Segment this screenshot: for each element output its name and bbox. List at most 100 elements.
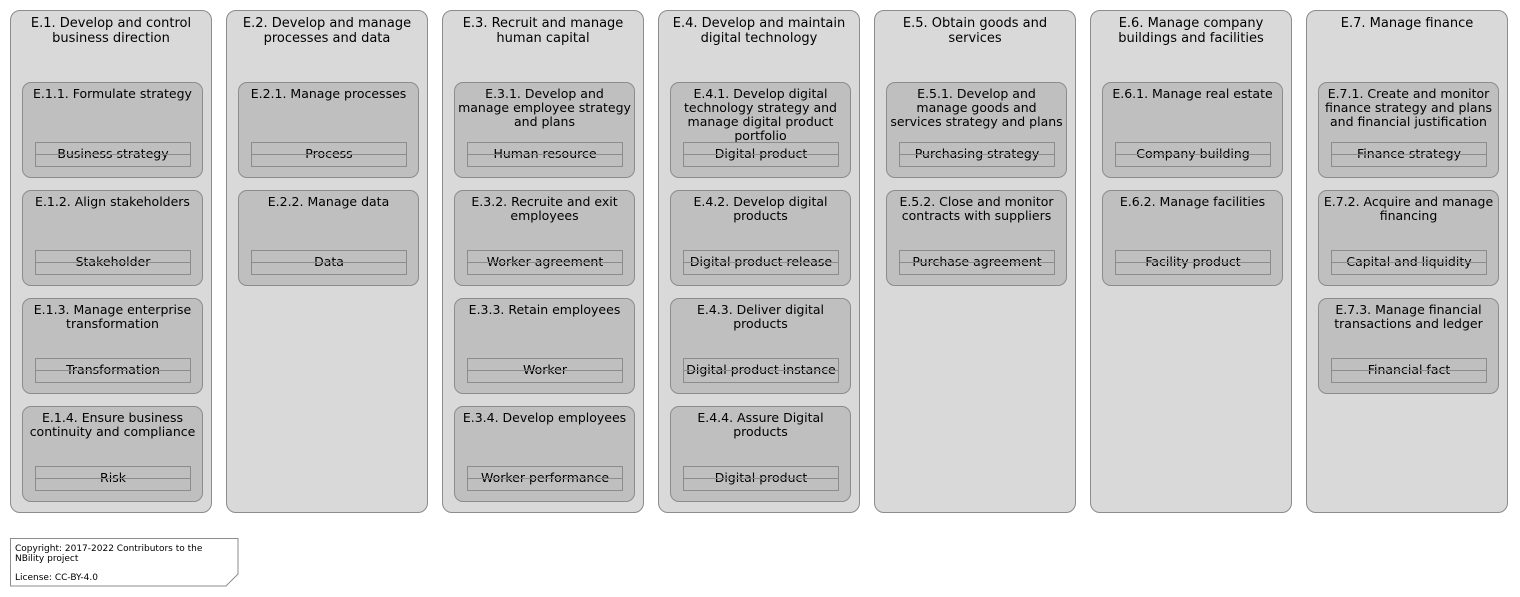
capability-box: E.3.3. Retain employees Worker [454, 298, 635, 394]
entity-box: Transformation [35, 358, 191, 383]
entity-box: Facility product [1115, 250, 1271, 275]
entity-label: Finance strategy [1357, 146, 1461, 161]
domain-title: E.2. Develop and manage processes and da… [242, 16, 412, 46]
capability-title: E.1.4. Ensure business continuity and co… [29, 410, 196, 439]
entity-box: Digital product [683, 466, 839, 491]
capability-title: E.3.4. Develop employees [462, 410, 627, 425]
capability-box: E.3.4. Develop employees Worker performan… [454, 406, 635, 502]
domain-column: E.4. Develop and maintain digital techno… [658, 10, 860, 513]
capability-box: E.4.3. Deliver digital products Digital p… [670, 298, 851, 394]
copyright-text: Copyright: 2017-2022 Contributors to the… [15, 544, 203, 564]
capability-title: E.4.1. Develop digital technology strate… [683, 86, 837, 143]
capability-box: E.5.2. Close and monitor contracts with … [886, 190, 1067, 286]
capability-title: E.7.1. Create and monitor finance strate… [1324, 86, 1493, 129]
entity-box: Worker performance [467, 466, 623, 491]
domain-title: E.6. Manage company buildings and facili… [1118, 16, 1264, 46]
capability-title: E.3.3. Retain employees [468, 302, 621, 317]
capability-box: E.4.2. Develop digital products Digital p… [670, 190, 851, 286]
capability-title: E.5.1. Develop and manage goods and serv… [890, 86, 1063, 129]
capability-box: E.3.1. Develop and manage employee strat… [454, 82, 635, 178]
domain-title: E.5. Obtain goods and services [902, 16, 1048, 46]
capability-box: E.6.1. Manage real estate Company buildin… [1102, 82, 1283, 178]
entity-label: Facility product [1145, 254, 1241, 269]
capability-title: E.6.2. Manage facilities [1119, 194, 1266, 209]
entity-box: Risk [35, 466, 191, 491]
entity-label: Stakeholder [75, 254, 151, 269]
capability-title: E.7.2. Acquire and manage financing [1323, 194, 1494, 223]
domain-column: E.5. Obtain goods and services E.5.1. Dev… [874, 10, 1076, 513]
capability-title: E.5.2. Close and monitor contracts with … [899, 194, 1054, 223]
entity-label: Digital product instance [686, 362, 836, 377]
entity-box: Process [251, 142, 407, 167]
entity-box: Purchase agreement [899, 250, 1055, 275]
capability-title: E.6.1. Manage real estate [1112, 86, 1273, 101]
domain-title: E.1. Develop and control business direct… [30, 16, 192, 46]
entity-box: Worker [467, 358, 623, 383]
entity-label: Capital and liquidity [1346, 254, 1472, 269]
capability-box: E.6.2. Manage facilities Facility product [1102, 190, 1283, 286]
entity-label: Business strategy [57, 146, 169, 161]
note-text: Copyright: 2017-2022 Contributors to the… [15, 544, 230, 583]
domain-title: E.3. Recruit and manage human capital [462, 16, 624, 46]
entity-box: Purchasing strategy [899, 142, 1055, 167]
domain-column: E.3. Recruit and manage human capital E.3… [442, 10, 644, 513]
capability-box: E.4.1. Develop digital technology strate… [670, 82, 851, 178]
entity-box: Finance strategy [1331, 142, 1487, 167]
entity-label: Digital product release [689, 254, 833, 269]
capability-box: E.1.1. Formulate strategy Business strate… [22, 82, 203, 178]
entity-label: Purchasing strategy [914, 146, 1040, 161]
capability-box: E.5.1. Develop and manage goods and serv… [886, 82, 1067, 178]
capability-box: E.2.2. Manage data Data [238, 190, 419, 286]
entity-label: Worker agreement [486, 254, 604, 269]
domain-column: E.7. Manage finance E.7.1. Create and mon… [1306, 10, 1508, 513]
entity-label: Purchase agreement [912, 254, 1042, 269]
capability-title: E.1.3. Manage enterprise transformation [33, 302, 192, 331]
entity-label: Data [314, 254, 344, 269]
entity-label: Digital product [714, 146, 808, 161]
capability-title: E.1.2. Align stakeholders [35, 194, 190, 209]
entity-label: Transformation [66, 362, 160, 377]
entity-box: Stakeholder [35, 250, 191, 275]
capability-box: E.7.1. Create and monitor finance strate… [1318, 82, 1499, 178]
capability-box: E.3.2. Recruite and exit employees Worker… [454, 190, 635, 286]
capability-box: E.7.3. Manage financial transactions and… [1318, 298, 1499, 394]
capability-box: E.4.4. Assure Digital products Digital pr… [670, 406, 851, 502]
domain-column: E.2. Develop and manage processes and da… [226, 10, 428, 513]
entity-label: Human resource [493, 146, 597, 161]
entity-label: Financial fact [1367, 362, 1451, 377]
capability-title: E.2.2. Manage data [267, 194, 390, 209]
entity-label: Risk [100, 470, 126, 485]
capability-title: E.3.1. Develop and manage employee strat… [458, 86, 631, 129]
capability-box: E.1.4. Ensure business continuity and co… [22, 406, 203, 502]
capability-title: E.4.4. Assure Digital products [697, 410, 824, 439]
capability-box: E.7.2. Acquire and manage financing Capit… [1318, 190, 1499, 286]
entity-box: Digital product [683, 142, 839, 167]
domain-title: E.4. Develop and maintain digital techno… [672, 16, 846, 46]
entity-box: Human resource [467, 142, 623, 167]
entity-label: Company building [1136, 146, 1250, 161]
capability-title: E.3.2. Recruite and exit employees [471, 194, 618, 223]
domain-column: E.6. Manage company buildings and facili… [1090, 10, 1292, 513]
domain-column: E.1. Develop and control business direct… [10, 10, 212, 513]
entity-box: Digital product release [683, 250, 839, 275]
entity-box: Data [251, 250, 407, 275]
capability-title: E.1.1. Formulate strategy [33, 86, 192, 101]
entity-box: Financial fact [1331, 358, 1487, 383]
entity-box: Company building [1115, 142, 1271, 167]
capability-title: E.4.2. Develop digital products [693, 194, 828, 223]
capability-box: E.2.1. Manage processes Process [238, 82, 419, 178]
capability-title: E.2.1. Manage processes [250, 86, 407, 101]
entity-label: Worker performance [480, 470, 610, 485]
entity-label: Process [305, 146, 353, 161]
license-text: License: CC-BY-4.0 [15, 573, 98, 583]
capability-title: E.7.3. Manage financial transactions and… [1334, 302, 1483, 331]
entity-label: Digital product [714, 470, 808, 485]
capability-box: E.1.2. Align stakeholders Stakeholder [22, 190, 203, 286]
capability-title: E.4.3. Deliver digital products [696, 302, 824, 331]
entity-label: Worker [522, 362, 568, 377]
entity-box: Capital and liquidity [1331, 250, 1487, 275]
entity-box: Worker agreement [467, 250, 623, 275]
capability-box: E.1.3. Manage enterprise transformation T… [22, 298, 203, 394]
domain-title: E.7. Manage finance [1340, 16, 1474, 31]
entity-box: Digital product instance [683, 358, 839, 383]
